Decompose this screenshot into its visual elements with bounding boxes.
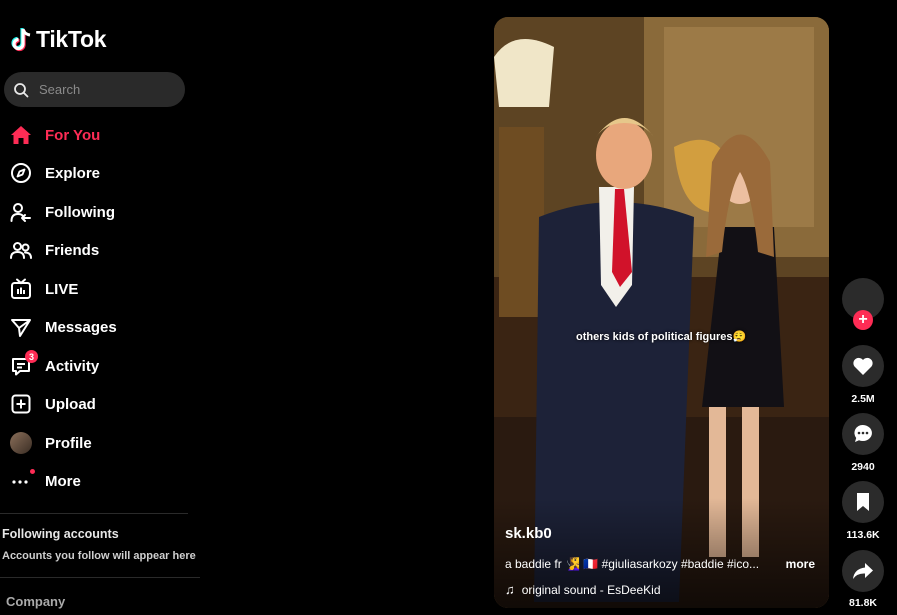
following-accounts-title: Following accounts <box>2 527 119 541</box>
following-icon <box>10 201 32 223</box>
save-button[interactable] <box>842 481 884 523</box>
author-username[interactable]: sk.kb0 <box>505 525 552 542</box>
nav-item-following[interactable]: Following <box>10 198 115 226</box>
nav-item-friends[interactable]: Friends <box>10 236 99 264</box>
friends-icon <box>10 239 32 261</box>
music-note-icon: ♫ <box>505 582 515 597</box>
video-overlay-caption: others kids of political figures😮‍💨 <box>576 331 747 343</box>
nav-label: Upload <box>45 395 96 413</box>
search-bar[interactable] <box>4 72 185 107</box>
divider <box>0 513 188 514</box>
nav-label: Explore <box>45 164 101 182</box>
nav-label: Activity <box>45 357 100 375</box>
nav-label: Messages <box>45 318 117 336</box>
live-tv-icon <box>10 278 32 300</box>
nav-item-profile[interactable]: Profile <box>10 429 92 457</box>
nav-label: More <box>45 472 81 490</box>
nav-label: Following <box>45 203 115 221</box>
tiktok-note-icon <box>11 27 31 51</box>
more-button[interactable]: more <box>786 557 815 571</box>
share-button[interactable] <box>842 550 884 592</box>
follow-plus-button[interactable]: + <box>853 310 873 330</box>
share-count: 81.8K <box>848 597 878 609</box>
nav-label: Profile <box>45 434 92 452</box>
nav-item-live[interactable]: LIVE <box>10 275 78 303</box>
share-arrow-icon <box>853 563 873 579</box>
inbox-icon: 3 <box>10 350 38 377</box>
nav-label: LIVE <box>45 280 79 298</box>
tiktok-logo[interactable]: TikTok <box>10 26 107 53</box>
home-icon <box>10 124 32 146</box>
nav-item-explore[interactable]: Explore <box>10 159 100 187</box>
app-name: TikTok <box>36 26 107 52</box>
nav-label: For You <box>45 126 101 144</box>
video-description: a baddie fr 🧏‍♀️ 🇫🇷 #giuliasarkozy #badd… <box>505 557 760 571</box>
bookmark-icon <box>857 493 869 511</box>
like-count: 2.5M <box>851 393 875 405</box>
paper-plane-icon <box>10 316 32 338</box>
music-title: original sound - EsDeeKid <box>521 582 661 597</box>
avatar <box>10 432 32 454</box>
search-icon <box>14 82 29 97</box>
divider <box>0 577 200 578</box>
nav-item-for-you[interactable]: For You <box>10 121 100 149</box>
notification-badge: 3 <box>25 350 38 363</box>
nav-item-more[interactable]: More <box>10 467 81 495</box>
notification-dot <box>30 469 35 474</box>
nav-label: Friends <box>45 241 100 259</box>
search-input[interactable] <box>37 81 171 98</box>
nav-item-messages[interactable]: Messages <box>10 313 117 341</box>
comment-count: 2940 <box>851 461 875 473</box>
sidebar: TikTok For You Explore Following Friends <box>0 0 200 615</box>
music-info[interactable]: ♫ original sound - EsDeeKid <box>505 582 661 597</box>
compass-icon <box>10 162 32 184</box>
avatar-wrapper <box>10 432 32 454</box>
following-accounts-subtitle: Accounts you follow will appear here <box>2 550 196 562</box>
comment-button[interactable] <box>842 413 884 455</box>
more-dots-icon <box>10 469 35 492</box>
company-link[interactable]: Company <box>6 594 65 609</box>
heart-icon <box>853 357 873 375</box>
save-count: 113.6K <box>846 529 880 541</box>
plus-square-icon <box>10 393 32 415</box>
nav-item-activity[interactable]: 3 Activity <box>10 350 100 380</box>
nav-item-upload[interactable]: Upload <box>10 390 96 418</box>
comment-icon <box>854 424 872 442</box>
like-button[interactable] <box>842 345 884 387</box>
video-player[interactable]: others kids of political figures😮‍💨 sk.k… <box>494 17 829 608</box>
